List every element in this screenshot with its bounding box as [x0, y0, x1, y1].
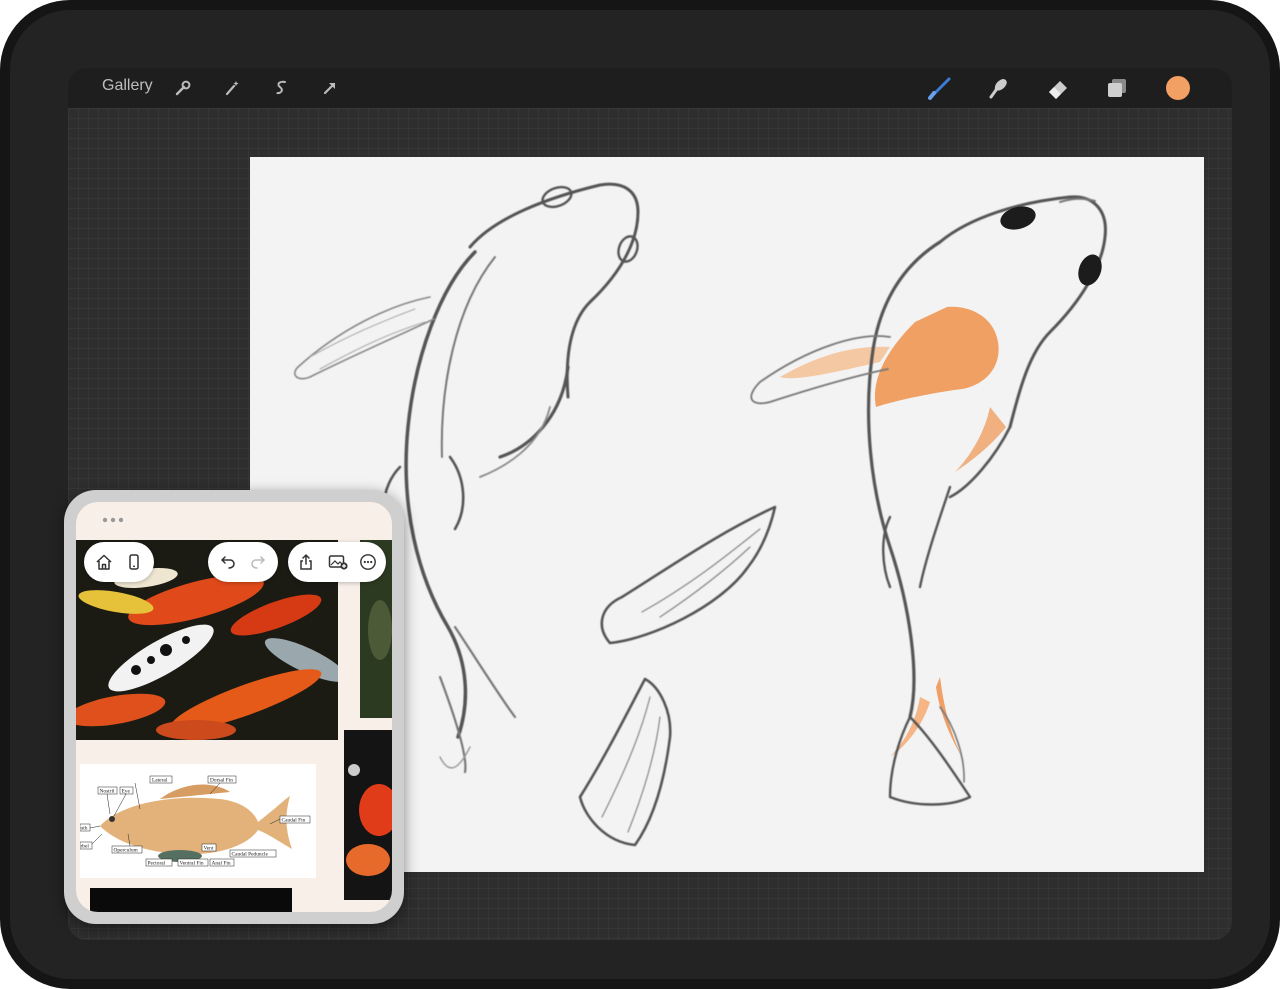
fish-anatomy-diagram: Lateral Dorsal Fin Nostril Eye Caudal Fi…: [80, 764, 316, 878]
eraser-icon[interactable]: [1043, 73, 1073, 103]
ref-nav-group: [84, 542, 154, 582]
svg-text:Ventral Fin: Ventral Fin: [180, 861, 204, 867]
ref-actions-group: [288, 542, 386, 582]
smudge-icon[interactable]: [984, 73, 1014, 103]
color-swatch[interactable]: [1163, 73, 1193, 103]
reference-board: Lateral Dorsal Fin Nostril Eye Caudal Fi…: [76, 502, 392, 912]
wrench-icon[interactable]: [168, 73, 198, 103]
top-toolbar: Gallery: [68, 68, 1232, 108]
brush-icon[interactable]: [925, 73, 955, 103]
magic-wand-icon[interactable]: [217, 73, 247, 103]
koi-photo-closeup: [344, 730, 392, 900]
home-icon[interactable]: [90, 548, 118, 576]
svg-text:Pectoral: Pectoral: [148, 861, 166, 867]
ref-history-group: [208, 542, 278, 582]
svg-text:Operculum: Operculum: [114, 848, 139, 854]
phone-icon[interactable]: [120, 548, 148, 576]
fin-sketches: [578, 505, 777, 847]
right-koi-sketch: [750, 195, 1107, 806]
svg-text:Dorsal Fin: Dorsal Fin: [210, 778, 233, 784]
svg-text:Nostril: Nostril: [100, 789, 115, 795]
window-drag-handle[interactable]: [100, 512, 130, 523]
svg-text:Eye: Eye: [122, 789, 131, 795]
more-icon[interactable]: [354, 548, 382, 576]
layers-icon[interactable]: [1102, 73, 1132, 103]
redo-icon[interactable]: [244, 548, 272, 576]
dark-reference-photo: [90, 888, 292, 912]
gallery-button[interactable]: Gallery: [102, 77, 153, 95]
svg-text:rbel: rbel: [81, 844, 90, 850]
share-icon[interactable]: [292, 548, 320, 576]
svg-text:Caudal Peduncle: Caudal Peduncle: [232, 852, 269, 858]
add-image-icon[interactable]: [324, 548, 352, 576]
selection-icon[interactable]: [266, 73, 296, 103]
transform-arrow-icon[interactable]: [315, 73, 345, 103]
undo-icon[interactable]: [214, 548, 242, 576]
svg-text:Anal Fin: Anal Fin: [212, 861, 231, 867]
svg-text:Caudal Fin: Caudal Fin: [282, 818, 306, 824]
reference-phone-window[interactable]: Lateral Dorsal Fin Nostril Eye Caudal Fi…: [64, 490, 404, 924]
svg-text:Vent: Vent: [204, 846, 214, 852]
svg-text:Lateral: Lateral: [152, 778, 168, 784]
svg-text:uth: uth: [81, 826, 88, 832]
